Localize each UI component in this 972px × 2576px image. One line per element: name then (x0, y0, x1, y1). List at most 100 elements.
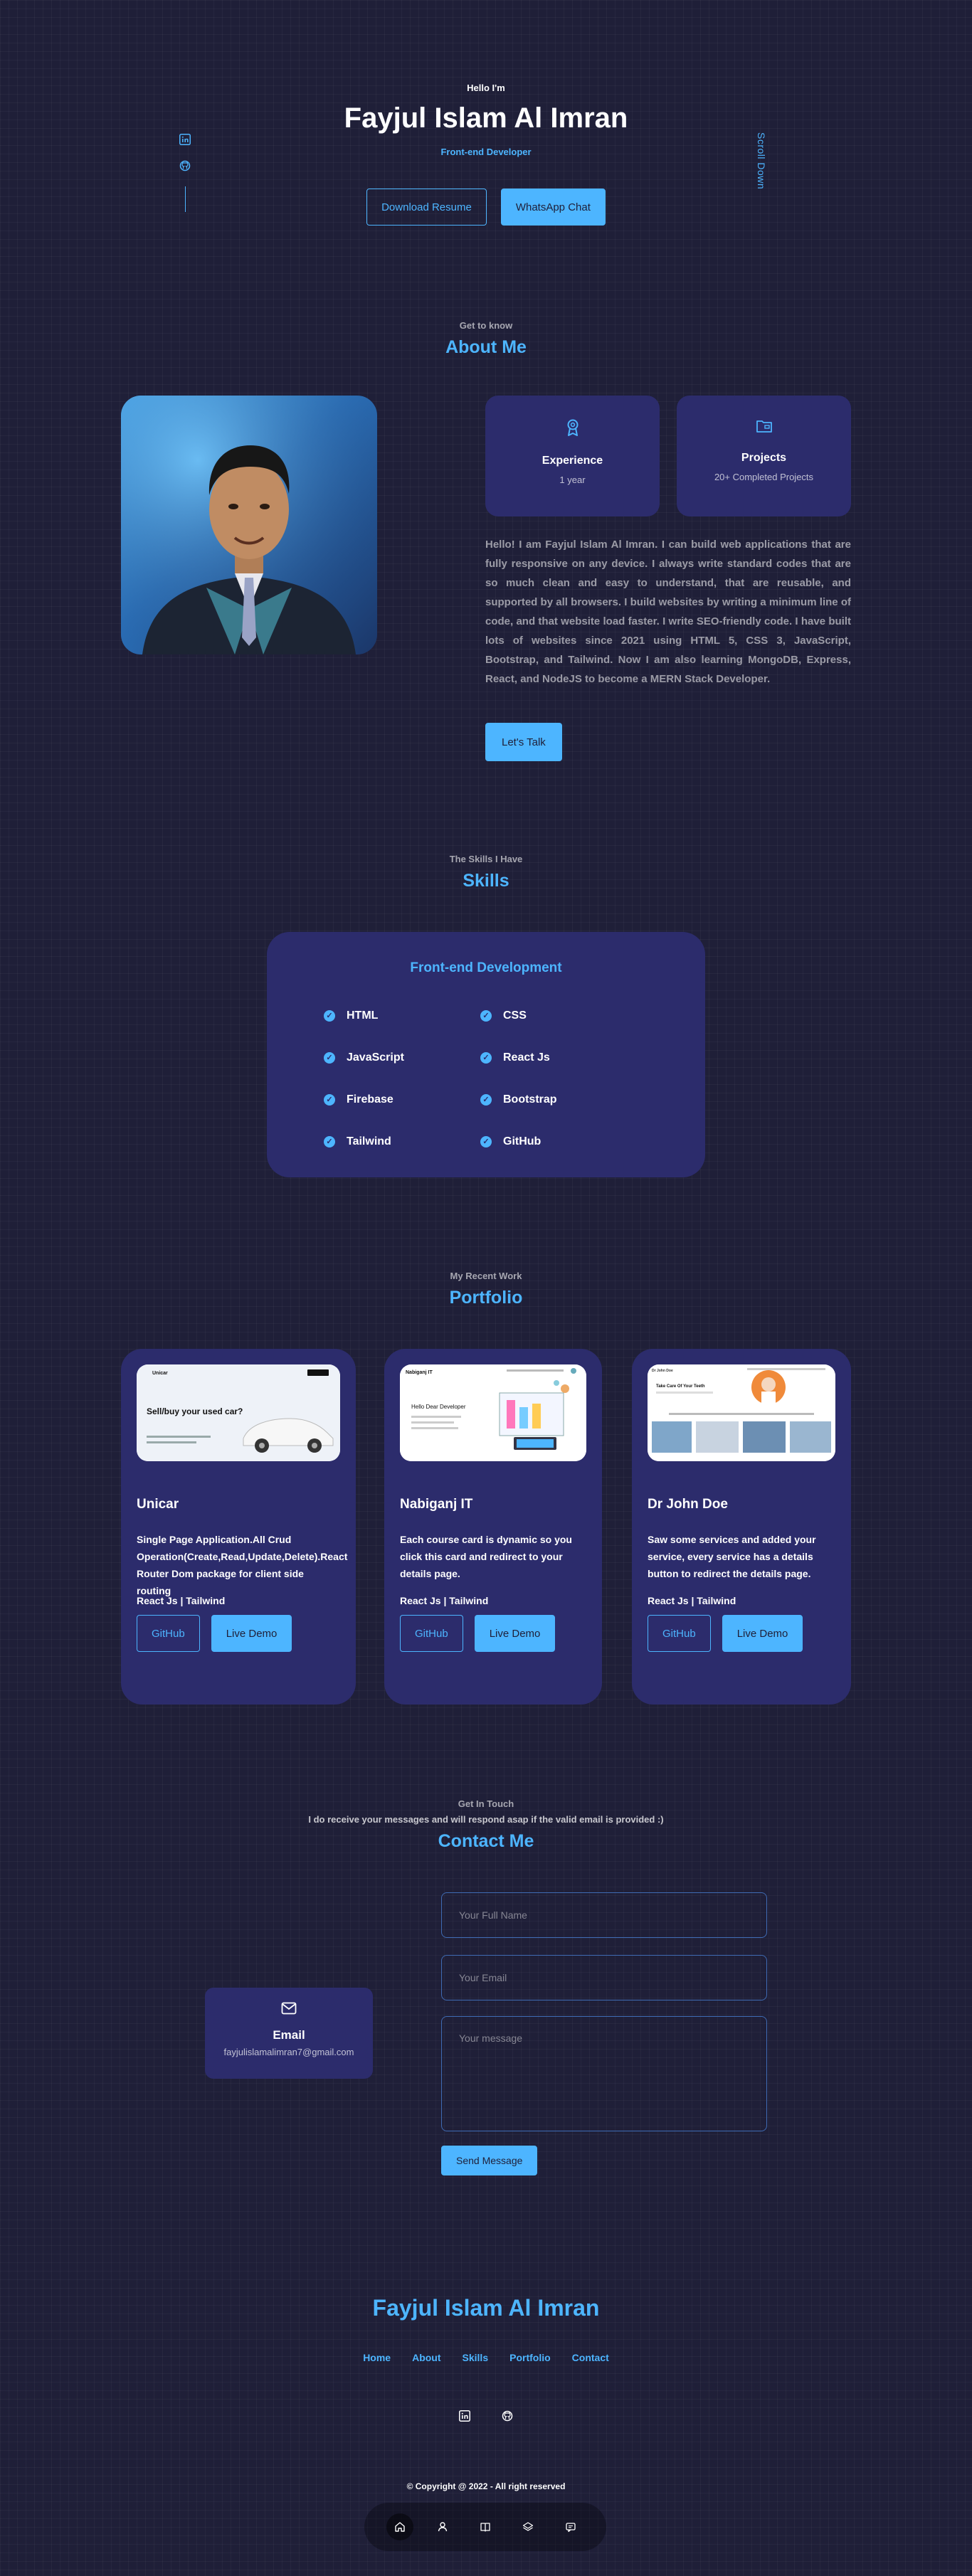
floating-bottom-nav (364, 2503, 606, 2551)
footer-social-links (0, 2409, 972, 2423)
about-subtitle: Get to know (459, 320, 513, 331)
linkedin-icon[interactable] (458, 2409, 472, 2423)
check-icon: ✓ (324, 1010, 335, 1022)
experience-card: Experience 1 year (485, 396, 660, 516)
github-button[interactable]: GitHub (400, 1615, 463, 1652)
project-description: Saw some services and added your service… (648, 1534, 816, 1579)
skills-list: ✓ HTML ✓ CSS ✓ JavaScript ✓ React Js ✓ Fireba… (324, 1007, 665, 1150)
nav-home-icon[interactable] (386, 2513, 413, 2540)
lets-talk-button[interactable]: Let's Talk (485, 723, 562, 761)
contact-subtitle: Get In Touch (458, 1798, 514, 1809)
check-icon: ✓ (480, 1010, 492, 1022)
hero-cta-group: Download Resume WhatsApp Chat (0, 189, 972, 226)
thumb-headline: Hello Dear Developer (411, 1404, 466, 1410)
email-input[interactable] (441, 1955, 767, 2000)
skill-label: React Js (503, 1051, 550, 1064)
project-tech: React Js | Tailwind (648, 1595, 736, 1606)
project-description: Single Page Application.All Crud Operati… (137, 1534, 348, 1596)
footer-link-skills[interactable]: Skills (463, 2352, 489, 2363)
hero-section: Hello I'm Fayjul Islam Al Imran Front-en… (0, 0, 972, 285)
thumb-headline: Sell/buy your used car? (147, 1406, 243, 1416)
project-title: Unicar (137, 1497, 179, 1512)
portfolio-subtitle: My Recent Work (450, 1271, 522, 1281)
thumb-logo: Unicar (152, 1371, 168, 1376)
skill-label: JavaScript (347, 1051, 404, 1064)
project-tech: React Js | Tailwind (400, 1595, 489, 1606)
nav-book-icon[interactable] (472, 2513, 499, 2540)
social-divider-line (184, 186, 186, 212)
nav-message-icon[interactable] (557, 2513, 584, 2540)
full-name-input[interactable] (441, 1892, 767, 1938)
project-actions: GitHub Live Demo (137, 1615, 292, 1652)
contact-title: Contact Me (438, 1831, 534, 1851)
award-icon (565, 418, 581, 440)
about-title: About Me (445, 337, 527, 357)
portfolio-card-nabiganj-it: Nabiganj IT Hello Dear Developer Nabigan… (384, 1349, 602, 1705)
hero-social-links (176, 134, 194, 212)
projects-value: 20+ Completed Projects (714, 472, 814, 482)
project-actions: GitHub Live Demo (648, 1615, 803, 1652)
github-icon[interactable] (179, 160, 191, 175)
hero-greeting: Hello I'm (467, 83, 505, 93)
footer-link-contact[interactable]: Contact (572, 2352, 609, 2363)
project-description: Each course card is dynamic so you click… (400, 1534, 572, 1579)
project-thumbnail: Unicar Sell/buy your used car? (137, 1364, 340, 1461)
portfolio-card-unicar: Unicar Sell/buy your used car? Unicar Si… (121, 1349, 356, 1705)
portfolio-card-dr-john-doe: Dr John Doe Take Care Of Your Teeth Dr J… (632, 1349, 851, 1705)
skill-label: GitHub (503, 1135, 542, 1147)
email-contact-card[interactable]: Email fayjulislamalimran7@gmail.com (205, 1988, 373, 2079)
experience-value: 1 year (559, 475, 586, 485)
live-demo-button[interactable]: Live Demo (211, 1615, 292, 1652)
skill-item: ✓ HTML (324, 1007, 480, 1024)
nav-layers-icon[interactable] (514, 2513, 542, 2540)
frontend-skills-card: Front-end Development ✓ HTML ✓ CSS ✓ JavaSc… (267, 932, 705, 1177)
skill-item: ✓ GitHub (480, 1133, 637, 1150)
check-icon: ✓ (480, 1136, 492, 1147)
skill-label: Firebase (347, 1093, 393, 1106)
thumb-logo: Nabiganj IT (406, 1370, 433, 1375)
footer-logo-name[interactable]: Fayjul Islam Al Imran (0, 2295, 972, 2321)
check-icon: ✓ (324, 1052, 335, 1064)
project-tech: React Js | Tailwind (137, 1595, 226, 1606)
skills-subtitle: The Skills I Have (449, 854, 523, 864)
skill-label: HTML (347, 1009, 379, 1022)
thumb-logo: Dr John Doe (652, 1369, 673, 1373)
project-thumbnail: Nabiganj IT Hello Dear Developer (400, 1364, 586, 1461)
live-demo-button[interactable]: Live Demo (722, 1615, 803, 1652)
project-thumbnail: Dr John Doe Take Care Of Your Teeth (648, 1364, 835, 1461)
skill-item: ✓ CSS (480, 1007, 637, 1024)
footer-nav: Home About Skills Portfolio Contact (0, 2352, 972, 2363)
github-button[interactable]: GitHub (648, 1615, 711, 1652)
github-button[interactable]: GitHub (137, 1615, 200, 1652)
download-resume-button[interactable]: Download Resume (366, 189, 487, 226)
nav-user-icon[interactable] (429, 2513, 456, 2540)
about-stats: Experience 1 year Projects 20+ Completed… (485, 396, 851, 516)
footer-link-portfolio[interactable]: Portfolio (509, 2352, 551, 2363)
skills-title: Skills (463, 871, 509, 891)
skill-item: ✓ Bootstrap (480, 1091, 637, 1108)
scroll-down-link[interactable]: Scroll Down (756, 132, 767, 189)
message-textarea[interactable] (441, 2016, 767, 2131)
about-portrait-image (121, 396, 377, 654)
check-icon: ✓ (480, 1052, 492, 1064)
whatsapp-chat-button[interactable]: WhatsApp Chat (500, 189, 606, 226)
linkedin-icon[interactable] (179, 134, 191, 149)
github-icon[interactable] (500, 2409, 514, 2423)
check-icon: ✓ (324, 1094, 335, 1106)
skill-item: ✓ Firebase (324, 1091, 480, 1108)
hero-role: Front-end Developer (440, 147, 532, 157)
footer-link-home[interactable]: Home (363, 2352, 391, 2363)
email-address: fayjulislamalimran7@gmail.com (223, 2047, 354, 2057)
email-label: Email (273, 2028, 305, 2042)
hero-name: Fayjul Islam Al Imran (344, 102, 628, 134)
skill-item: ✓ Tailwind (324, 1133, 480, 1150)
project-title: Nabiganj IT (400, 1497, 473, 1512)
projects-card: Projects 20+ Completed Projects (677, 396, 851, 516)
contact-note: I do receive your messages and will resp… (308, 1814, 664, 1825)
live-demo-button[interactable]: Live Demo (474, 1615, 556, 1652)
skills-card-title: Front-end Development (410, 960, 562, 975)
skill-label: CSS (503, 1009, 527, 1022)
mail-icon (281, 2002, 297, 2018)
footer-link-about[interactable]: About (412, 2352, 440, 2363)
send-message-button[interactable]: Send Message (441, 2146, 538, 2175)
